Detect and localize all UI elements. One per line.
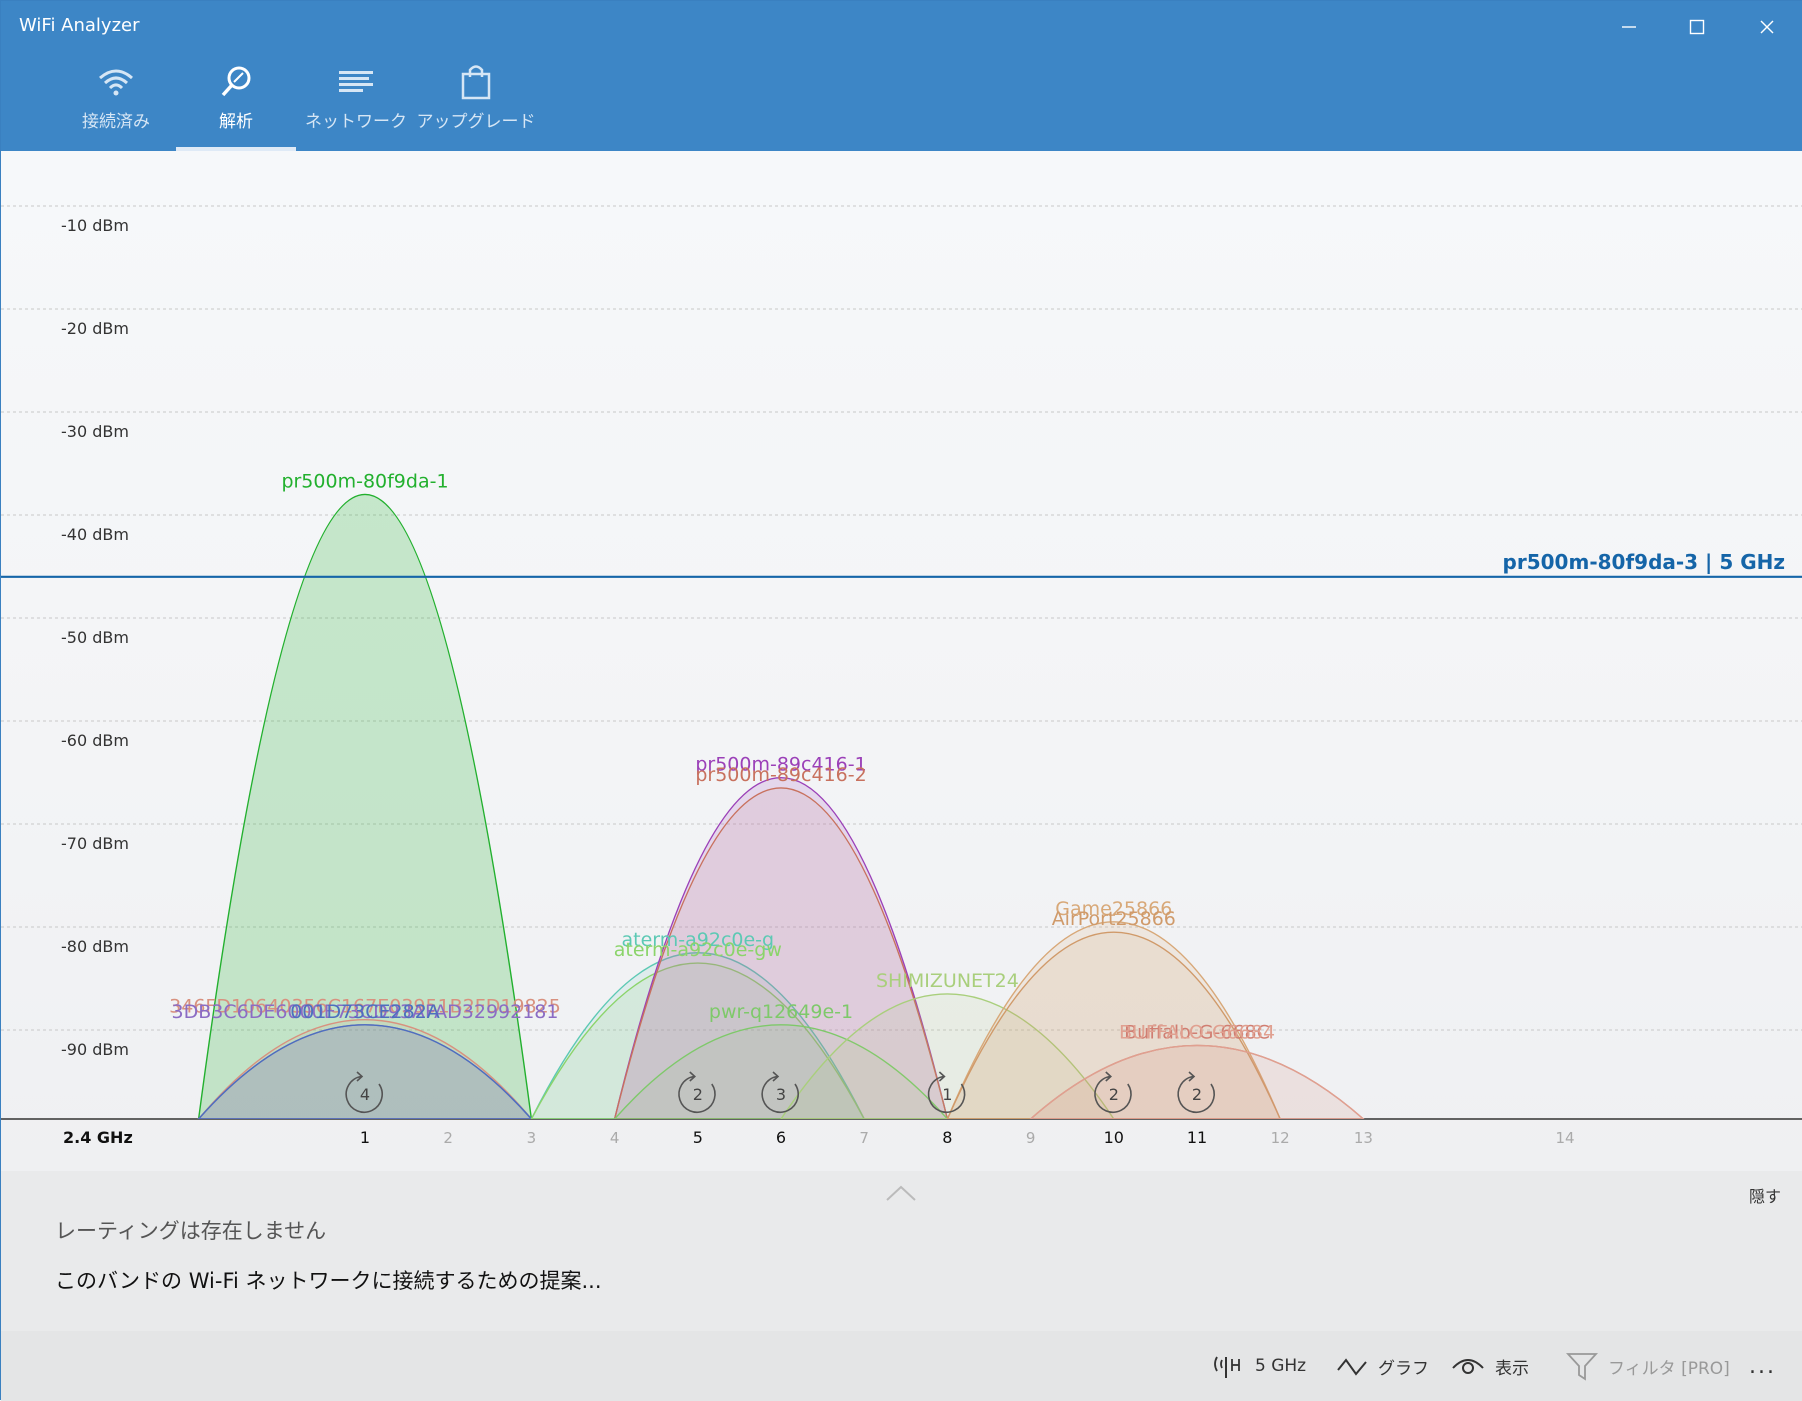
x-tick-label: 10 — [1104, 1128, 1124, 1147]
tab-upgrade[interactable]: アップグレード — [416, 61, 536, 151]
band-toggle-label: 5 GHz — [1255, 1356, 1307, 1376]
tab-label: 接続済み — [82, 112, 150, 132]
tab-label: 解析 — [219, 112, 253, 132]
y-tick-label: -10 dBm — [61, 216, 129, 235]
hide-panel-link[interactable]: 隠す — [1749, 1183, 1781, 1207]
network-label: 001D73CE282A — [290, 1001, 440, 1023]
y-tick-label: -90 dBm — [61, 1040, 129, 1059]
network-label: pwr-q12649e-1 — [709, 1001, 853, 1023]
close-button[interactable] — [1737, 9, 1797, 45]
y-tick-label: -20 dBm — [61, 319, 129, 338]
badge-count: 2 — [1192, 1085, 1202, 1104]
minimize-icon — [1622, 26, 1636, 28]
y-tick-label: -80 dBm — [61, 937, 129, 956]
x-tick-label: 6 — [776, 1128, 786, 1147]
y-tick-label: -40 dBm — [61, 525, 129, 544]
wifi-icon — [99, 69, 133, 96]
tab-label: ネットワーク — [305, 112, 407, 132]
expand-panel-button[interactable] — [886, 1183, 916, 1203]
network-label: aterm-a92c0e-gw — [614, 939, 782, 961]
x-tick-label: 14 — [1555, 1129, 1574, 1147]
rating-text: レーティングは存在しません — [55, 1219, 327, 1243]
suggestion-panel: 隠す レーティングは存在しません このバンドの Wi-Fi ネットワークに接続す… — [1, 1171, 1802, 1331]
y-tick-label: -70 dBm — [61, 834, 129, 853]
signal-chart-svg: -10 dBm -20 dBm -30 dBm -40 dBm -50 dBm -60 d… — [1, 205, 1802, 1147]
app-title: WiFi Analyzer — [19, 15, 140, 36]
suggestion-link[interactable]: このバンドの Wi-Fi ネットワークに接続するための提案... — [55, 1265, 602, 1295]
chevron-up-icon — [886, 1185, 916, 1201]
y-tick-label: -30 dBm — [61, 422, 129, 441]
network-label: pr500m-89c416-2 — [695, 764, 866, 786]
x-tick-label: 5 — [693, 1128, 703, 1147]
graph-button[interactable]: グラフ — [1336, 1331, 1429, 1401]
network-label: AirPort25866 — [1052, 908, 1176, 930]
more-icon: ... — [1749, 1353, 1776, 1379]
badge-count: 2 — [693, 1085, 703, 1104]
command-bar: 5 GHz グラフ 表示 フィルタ [PRO] ... — [1, 1331, 1802, 1401]
graph-icon — [1337, 1358, 1367, 1376]
x-tick-label: 8 — [942, 1128, 952, 1147]
tab-label: アップグレード — [416, 112, 536, 132]
signal-chart: -10 dBm -20 dBm -30 dBm -40 dBm -50 dBm -60 d… — [1, 151, 1802, 1171]
antenna-icon — [1214, 1356, 1240, 1378]
badge-count: 3 — [776, 1085, 786, 1104]
connected-network-label: pr500m-80f9da-3 | 5 GHz — [1503, 550, 1785, 574]
more-button[interactable]: ... — [1749, 1331, 1776, 1401]
shopping-bag-icon — [461, 65, 491, 100]
y-tick-label: -50 dBm — [61, 628, 129, 647]
badge-count: 4 — [360, 1085, 370, 1104]
view-label: 表示 — [1495, 1358, 1529, 1379]
x-tick-label: 11 — [1187, 1128, 1207, 1147]
close-icon — [1760, 20, 1774, 34]
x-tick-label: 13 — [1354, 1129, 1373, 1147]
band-toggle-button[interactable]: 5 GHz — [1211, 1331, 1306, 1401]
band-label: 2.4 GHz — [63, 1128, 133, 1147]
badge-count: 1 — [942, 1085, 952, 1104]
maximize-button[interactable] — [1667, 9, 1727, 45]
x-tick-label: 7 — [859, 1129, 869, 1147]
view-button[interactable]: 表示 — [1451, 1331, 1529, 1401]
x-tick-label: 12 — [1271, 1129, 1290, 1147]
network-label: BUFFALO-G6684 — [1119, 1021, 1275, 1043]
x-tick-label: 3 — [527, 1129, 537, 1147]
x-tick-label: 1 — [360, 1128, 370, 1147]
filter-label: フィルタ [PRO] — [1608, 1358, 1730, 1379]
filter-button[interactable]: フィルタ [PRO] — [1566, 1331, 1730, 1401]
y-tick-label: -60 dBm — [61, 731, 129, 750]
analyze-icon — [221, 66, 251, 97]
maximize-icon — [1689, 19, 1705, 35]
graph-label: グラフ — [1378, 1358, 1429, 1379]
tab-connected[interactable]: 接続済み — [56, 61, 176, 151]
x-tick-label: 9 — [1026, 1129, 1036, 1147]
minimize-button[interactable] — [1599, 9, 1659, 45]
filter-icon — [1566, 1353, 1598, 1381]
title-bar: WiFi Analyzer 接続済み 解析 ネットワーク アップグレード — [1, 1, 1802, 151]
tab-network[interactable]: ネットワーク — [296, 61, 416, 151]
app-window: WiFi Analyzer 接続済み 解析 ネットワーク アップグレード -10… — [0, 0, 1802, 1401]
network-label: pr500m-80f9da-1 — [281, 470, 448, 492]
badge-count: 2 — [1109, 1085, 1119, 1104]
network-label: SHIMIZUNET24 — [876, 970, 1019, 992]
eye-icon — [1452, 1359, 1484, 1374]
tab-analyze[interactable]: 解析 — [176, 61, 296, 151]
x-tick-label: 4 — [610, 1129, 620, 1147]
x-tick-label: 2 — [443, 1129, 453, 1147]
network-list-icon — [339, 71, 373, 92]
